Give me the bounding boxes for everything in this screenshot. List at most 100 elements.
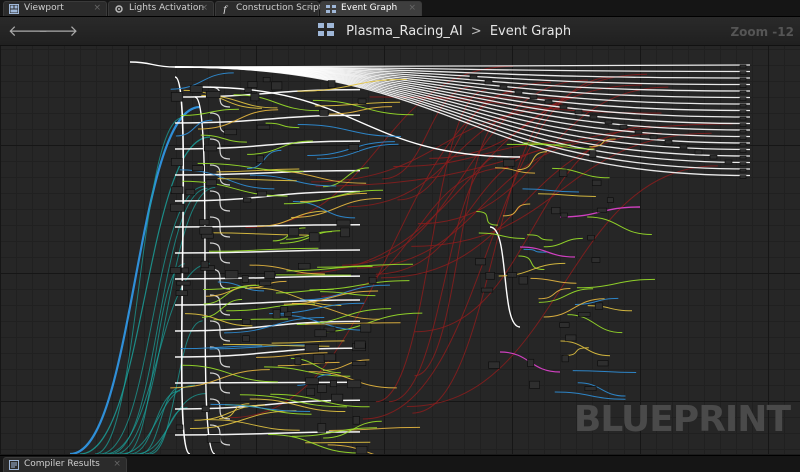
breadcrumb-graph[interactable]: Event Graph [490, 24, 571, 39]
graph-node[interactable] [202, 406, 209, 412]
graph-node[interactable] [566, 335, 576, 341]
close-icon[interactable]: × [113, 458, 121, 471]
graph-node[interactable] [519, 276, 528, 284]
graph-node[interactable] [592, 258, 600, 263]
graph-node[interactable] [545, 100, 552, 104]
graph-node[interactable] [171, 92, 183, 101]
graph-node[interactable] [330, 381, 336, 387]
graph-node[interactable] [740, 72, 746, 75]
graph-node[interactable] [251, 94, 259, 101]
graph-node[interactable] [503, 159, 515, 166]
graph-node[interactable] [355, 341, 366, 348]
graph-node[interactable] [561, 213, 568, 217]
graph-node[interactable] [242, 319, 250, 324]
graph-node[interactable] [597, 208, 607, 212]
graph-node[interactable] [740, 111, 746, 114]
graph-node[interactable] [590, 115, 597, 119]
tab-lights-activation[interactable]: Lights Activation × [108, 1, 214, 16]
graph-node[interactable] [740, 65, 746, 68]
graph-node[interactable] [530, 381, 540, 388]
graph-node[interactable] [192, 166, 203, 171]
graph-node[interactable] [313, 355, 324, 363]
graph-canvas[interactable]: 🡐 🡒 Plasma_Racing_AI > Event Graph Zoom … [0, 17, 800, 454]
graph-node[interactable] [740, 176, 746, 179]
graph-node[interactable] [590, 151, 596, 158]
graph-node[interactable] [588, 235, 595, 240]
graph-node[interactable] [315, 330, 326, 337]
graph-node[interactable] [508, 273, 517, 278]
tab-compiler-results[interactable]: Compiler Results × [3, 457, 127, 472]
graph-node[interactable] [306, 388, 314, 395]
graph-node[interactable] [740, 169, 746, 172]
graph-node[interactable] [358, 99, 366, 104]
graph-node[interactable] [207, 436, 220, 443]
graph-node[interactable] [328, 81, 335, 88]
graph-node[interactable] [530, 95, 537, 99]
graph-node[interactable] [176, 291, 187, 296]
graph-node[interactable] [575, 110, 582, 114]
graph-node[interactable] [190, 86, 202, 93]
graph-node[interactable] [489, 362, 500, 368]
graph-node[interactable] [248, 82, 257, 88]
graph-node[interactable] [665, 140, 672, 144]
graph-node[interactable] [341, 228, 350, 237]
graph-node[interactable] [284, 312, 291, 317]
graph-node[interactable] [199, 220, 209, 225]
graph-node[interactable] [353, 416, 359, 424]
graph-node[interactable] [320, 110, 328, 116]
graph-node[interactable] [470, 75, 477, 79]
graph-node[interactable] [272, 82, 282, 90]
graph-node[interactable] [182, 268, 189, 273]
graph-node[interactable] [500, 85, 507, 89]
graph-node[interactable] [243, 336, 250, 342]
graph-node[interactable] [324, 354, 336, 361]
graph-node[interactable] [481, 288, 493, 292]
graph-node[interactable] [298, 263, 310, 269]
breadcrumb-blueprint[interactable]: Plasma_Racing_AI [346, 24, 463, 39]
graph-node[interactable] [740, 98, 746, 101]
graph-node[interactable] [171, 187, 183, 194]
graph-node[interactable] [559, 170, 567, 177]
graph-node[interactable] [680, 145, 687, 149]
graph-node[interactable] [201, 261, 208, 268]
graph-node[interactable] [242, 276, 248, 283]
graph-node[interactable] [695, 150, 702, 154]
graph-node[interactable] [740, 156, 746, 159]
graph-node[interactable] [288, 228, 298, 236]
graph-node[interactable] [204, 145, 217, 151]
graph-node[interactable] [260, 281, 271, 286]
graph-node[interactable] [176, 425, 183, 430]
graph-node[interactable] [620, 125, 627, 129]
graph-node[interactable] [206, 91, 220, 97]
graph-node[interactable] [562, 355, 568, 361]
tab-viewport[interactable]: Viewport × [3, 1, 107, 16]
graph-node[interactable] [740, 91, 746, 94]
graph-node[interactable] [740, 130, 746, 133]
graph-node[interactable] [740, 85, 746, 88]
graph-node[interactable] [740, 143, 746, 146]
graph-node[interactable] [369, 277, 376, 283]
graph-node[interactable] [224, 129, 236, 135]
graph-node[interactable] [257, 155, 264, 162]
graph-node[interactable] [578, 312, 590, 316]
graph-node[interactable] [485, 80, 492, 84]
graph-node[interactable] [560, 105, 567, 109]
graph-node[interactable] [295, 357, 301, 365]
graph-node[interactable] [635, 130, 642, 134]
graph-node[interactable] [560, 323, 570, 328]
tab-construction-script[interactable]: f Construction Script × [215, 1, 319, 16]
graph-node[interactable] [171, 158, 182, 165]
graph-node[interactable] [740, 163, 746, 166]
graph-node[interactable] [245, 88, 252, 92]
graph-node[interactable] [710, 155, 717, 159]
graph-node[interactable] [317, 385, 326, 393]
graph-node[interactable] [356, 446, 367, 454]
graph-node[interactable] [740, 137, 746, 140]
graph-node[interactable] [273, 310, 280, 319]
graph-node[interactable] [243, 198, 251, 202]
graph-node[interactable] [170, 267, 180, 273]
graph-node[interactable] [352, 361, 366, 365]
graph-node[interactable] [305, 344, 319, 351]
graph-node[interactable] [740, 117, 746, 120]
graph-node[interactable] [740, 104, 746, 107]
